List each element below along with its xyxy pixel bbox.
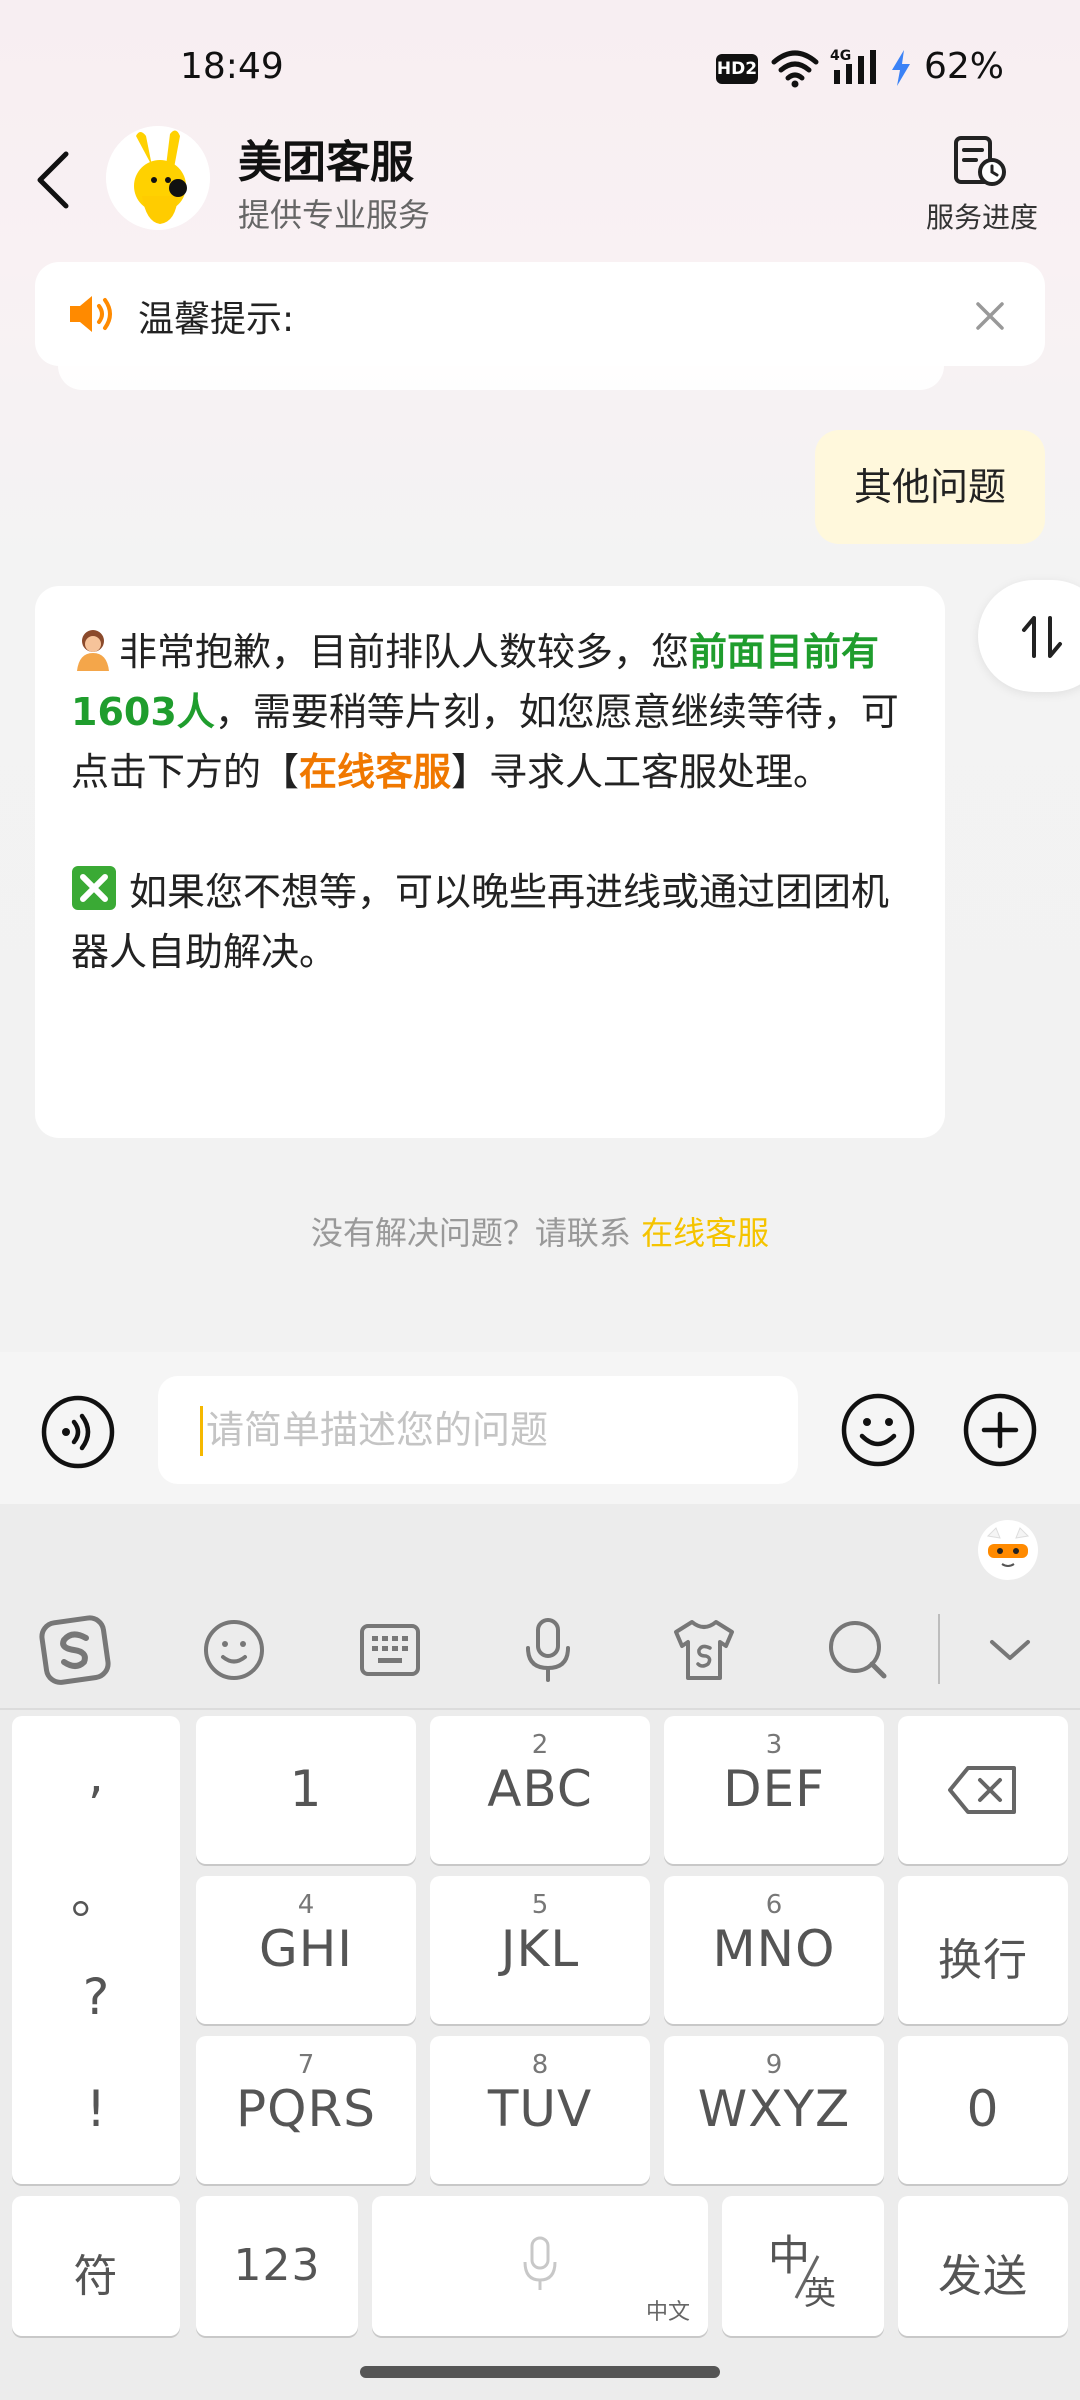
- key-3[interactable]: 3 DEF: [664, 1716, 884, 1864]
- newline-key[interactable]: 换行: [898, 1876, 1068, 2024]
- emoji-panel-icon[interactable]: [196, 1612, 272, 1688]
- key-label: 0: [966, 2080, 1000, 2138]
- page-title: 美团客服: [238, 137, 414, 188]
- skin-shirt-icon[interactable]: [666, 1612, 742, 1688]
- key-4[interactable]: 4 GHI: [196, 1876, 416, 2024]
- status-bar: 18:49 HD2 4G 62%: [0, 0, 1080, 102]
- kangaroo-mascot-icon: [106, 126, 210, 230]
- key-label: 123: [233, 2240, 321, 2291]
- key-label: 发送: [938, 2251, 1028, 2302]
- key-number: 9: [765, 2050, 783, 2080]
- voice-input-icon[interactable]: [40, 1394, 116, 1470]
- agent-text-3: 】寻求人工客服处理。: [451, 750, 832, 794]
- backspace-key[interactable]: [898, 1716, 1068, 1864]
- service-progress-icon[interactable]: [950, 134, 1010, 190]
- language-switch-key[interactable]: 中 英: [722, 2196, 884, 2336]
- key-number: 7: [297, 2050, 315, 2080]
- punctuation-key-column[interactable]: , 。 ? !: [12, 1716, 180, 2184]
- key-0[interactable]: 0: [898, 2036, 1068, 2184]
- key-number: 4: [297, 1890, 315, 1920]
- service-progress-label[interactable]: 服务进度: [922, 196, 1042, 236]
- network-type: 4G: [830, 48, 851, 64]
- swap-vertical-icon[interactable]: [1020, 612, 1064, 662]
- search-icon[interactable]: [820, 1612, 896, 1688]
- agent-message-paragraph: 如果您不想等，可以晚些再进线或通过团团机器人自助解决。: [71, 862, 911, 982]
- charging-bolt-icon: [892, 50, 910, 86]
- key-8[interactable]: 8 TUV: [430, 2036, 650, 2184]
- sogou-logo-icon[interactable]: [38, 1612, 114, 1688]
- key-label: JKL: [500, 1920, 580, 1978]
- send-key[interactable]: 发送: [898, 2196, 1068, 2336]
- key-9[interactable]: 9 WXYZ: [664, 2036, 884, 2184]
- punctuation-key[interactable]: 。: [12, 1856, 180, 1928]
- keyboard-layout-icon[interactable]: [352, 1612, 428, 1688]
- punctuation-key[interactable]: ,: [12, 1746, 180, 1804]
- key-label: ABC: [487, 1760, 593, 1818]
- key-label: DEF: [723, 1760, 825, 1818]
- key-number: 5: [531, 1890, 549, 1920]
- key-number: 8: [531, 2050, 549, 2080]
- contact-prompt-text: 没有解决问题？请联系: [310, 1214, 642, 1252]
- chevron-down-icon[interactable]: [972, 1612, 1048, 1688]
- key-label: MNO: [712, 1920, 836, 1978]
- key-label: TUV: [487, 2080, 593, 2138]
- back-arrow-icon[interactable]: [28, 148, 82, 212]
- symbols-key[interactable]: 符: [12, 2196, 180, 2336]
- backspace-icon: [948, 1766, 1016, 1814]
- agent-message-bubble: 非常抱歉，目前排队人数较多，您前面目前有1603人，需要稍等片刻，如您愿意继续等…: [35, 586, 945, 1138]
- key-number: 3: [765, 1730, 783, 1760]
- question-input[interactable]: [158, 1376, 798, 1484]
- status-time: 18:49: [180, 46, 284, 87]
- key-number: 2: [531, 1730, 549, 1760]
- key-2[interactable]: 2 ABC: [430, 1716, 650, 1864]
- punctuation-key[interactable]: !: [12, 2080, 180, 2138]
- toolbar-divider: [938, 1614, 940, 1684]
- lang-sub: 英: [804, 2274, 837, 2312]
- key-label: 1: [289, 1760, 323, 1818]
- ime-mascot-icon[interactable]: [976, 1518, 1040, 1582]
- microphone-icon[interactable]: [510, 1612, 586, 1688]
- emoji-icon[interactable]: [840, 1392, 916, 1468]
- agent-message-paragraph: 非常抱歉，目前排队人数较多，您前面目前有1603人，需要稍等片刻，如您愿意继续等…: [71, 622, 911, 802]
- page-subtitle: 提供专业服务: [238, 196, 431, 234]
- space-key-hint: 中文: [645, 2300, 690, 2325]
- online-service-link[interactable]: 在线客服: [641, 1214, 769, 1252]
- home-indicator[interactable]: [360, 2366, 720, 2378]
- signal-icon: 4G: [830, 48, 876, 84]
- notice-label: 温馨提示:: [138, 299, 295, 340]
- key-7[interactable]: 7 PQRS: [196, 2036, 416, 2184]
- person-bowing-emoji-icon: [77, 630, 109, 671]
- hd-badge: HD2: [716, 54, 758, 84]
- space-key[interactable]: 中文: [372, 2196, 708, 2336]
- plus-icon[interactable]: [962, 1392, 1038, 1468]
- user-message-bubble: 其他问题: [815, 430, 1045, 544]
- contact-prompt: 没有解决问题？请联系 在线客服: [0, 1208, 1080, 1254]
- key-label: PQRS: [236, 2080, 376, 2138]
- numbers-key[interactable]: 123: [196, 2196, 358, 2336]
- key-5[interactable]: 5 JKL: [430, 1876, 650, 2024]
- speaker-icon: [70, 296, 112, 332]
- key-label: 换行: [938, 1935, 1028, 1986]
- keyboard-toolbar-divider: [0, 1708, 1080, 1710]
- text-caret: [200, 1406, 203, 1456]
- key-6[interactable]: 6 MNO: [664, 1876, 884, 2024]
- key-number: 6: [765, 1890, 783, 1920]
- key-label: 符: [73, 2251, 119, 2302]
- microphone-icon: [523, 2236, 557, 2290]
- online-service-inline-link[interactable]: 在线客服: [299, 750, 451, 794]
- close-icon[interactable]: [970, 296, 1010, 336]
- key-label: GHI: [258, 1920, 354, 1978]
- battery-percent: 62%: [924, 46, 1005, 87]
- agent-text-4: 如果您不想等，可以晚些再进线或通过团团机器人自助解决。: [71, 870, 890, 974]
- agent-text-1: 非常抱歉，目前排队人数较多，您: [119, 630, 690, 674]
- avatar: [106, 126, 210, 230]
- cross-mark-icon: [72, 866, 116, 910]
- punctuation-key[interactable]: ?: [12, 1968, 180, 2026]
- key-1[interactable]: 1: [196, 1716, 416, 1864]
- key-label: WXYZ: [697, 2080, 851, 2138]
- wifi-icon: [771, 50, 819, 88]
